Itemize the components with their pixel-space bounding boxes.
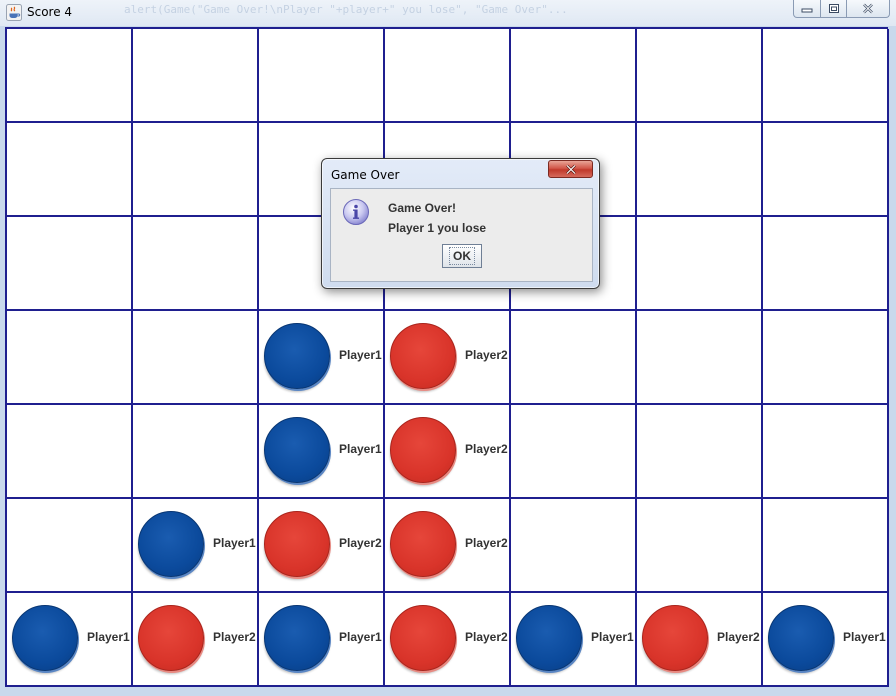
board-cell[interactable] xyxy=(511,311,637,405)
game-over-dialog: Game Over Game Over! Player 1 you lose O… xyxy=(321,158,600,289)
close-icon xyxy=(863,3,873,14)
minimize-button[interactable] xyxy=(794,0,820,17)
disc-player-label: Player2 xyxy=(465,348,508,362)
maximize-button[interactable] xyxy=(820,0,846,17)
player1-disc xyxy=(264,323,330,389)
board-cell[interactable]: Player1 xyxy=(259,311,385,405)
disc-player-label: Player2 xyxy=(465,630,508,644)
board-cell[interactable] xyxy=(763,123,889,217)
board-cell[interactable]: Player1 xyxy=(7,593,133,687)
board-cell[interactable] xyxy=(133,217,259,311)
player2-disc xyxy=(390,605,456,671)
player1-disc xyxy=(516,605,582,671)
player2-disc xyxy=(390,417,456,483)
dialog-title: Game Over xyxy=(331,168,400,182)
board-cell[interactable]: Player2 xyxy=(133,593,259,687)
board-cell[interactable]: Player1 xyxy=(763,593,889,687)
board-cell[interactable] xyxy=(259,29,385,123)
disc-player-label: Player2 xyxy=(717,630,760,644)
player2-disc xyxy=(390,511,456,577)
board-cell[interactable] xyxy=(637,29,763,123)
player2-disc xyxy=(390,323,456,389)
disc-player-label: Player1 xyxy=(591,630,634,644)
player1-disc xyxy=(138,511,204,577)
board-cell[interactable] xyxy=(133,29,259,123)
disc-player-label: Player1 xyxy=(339,442,382,456)
board-cell[interactable] xyxy=(511,405,637,499)
board-cell[interactable]: Player1 xyxy=(259,593,385,687)
player2-disc xyxy=(138,605,204,671)
player2-disc xyxy=(642,605,708,671)
dialog-body: Game Over! Player 1 you lose OK xyxy=(330,188,593,282)
board-cell[interactable]: Player2 xyxy=(385,405,511,499)
board-cell[interactable] xyxy=(637,405,763,499)
board-cell[interactable] xyxy=(763,311,889,405)
ok-button[interactable]: OK xyxy=(442,244,482,268)
board-cell[interactable]: Player1 xyxy=(133,499,259,593)
disc-player-label: Player2 xyxy=(465,442,508,456)
board-cell[interactable] xyxy=(637,217,763,311)
disc-player-label: Player1 xyxy=(87,630,130,644)
board-cell[interactable] xyxy=(7,217,133,311)
disc-player-label: Player1 xyxy=(213,536,256,550)
player1-disc xyxy=(768,605,834,671)
board-cell[interactable] xyxy=(637,499,763,593)
disc-player-label: Player2 xyxy=(465,536,508,550)
disc-player-label: Player1 xyxy=(339,630,382,644)
board-cell[interactable] xyxy=(511,29,637,123)
disc-player-label: Player2 xyxy=(213,630,256,644)
board-cell[interactable] xyxy=(7,311,133,405)
board-cell[interactable] xyxy=(133,405,259,499)
board-cell[interactable] xyxy=(637,123,763,217)
window-controls xyxy=(793,0,890,18)
board-cell[interactable]: Player2 xyxy=(385,311,511,405)
board-cell[interactable] xyxy=(763,405,889,499)
window-title-bar: Score 4 alert(Game("Game Over!\nPlayer "… xyxy=(0,0,896,26)
disc-player-label: Player2 xyxy=(339,536,382,550)
java-app-icon xyxy=(6,4,22,21)
disc-player-label: Player1 xyxy=(339,348,382,362)
board-cell[interactable] xyxy=(763,217,889,311)
dialog-message-title: Game Over! xyxy=(388,201,457,215)
close-icon xyxy=(565,164,576,174)
board-cell[interactable] xyxy=(637,311,763,405)
board-cell[interactable] xyxy=(763,499,889,593)
board-cell[interactable] xyxy=(133,123,259,217)
board-cell[interactable] xyxy=(7,29,133,123)
board-cell[interactable]: Player2 xyxy=(637,593,763,687)
maximize-icon xyxy=(828,3,839,13)
disc-player-label: Player1 xyxy=(843,630,886,644)
player1-disc xyxy=(12,605,78,671)
board-cell[interactable] xyxy=(511,499,637,593)
dialog-close-button[interactable] xyxy=(548,160,593,178)
board-cell[interactable]: Player2 xyxy=(385,593,511,687)
board-cell[interactable] xyxy=(385,29,511,123)
player1-disc xyxy=(264,417,330,483)
board-cell[interactable]: Player2 xyxy=(385,499,511,593)
close-button[interactable] xyxy=(846,0,889,17)
board-cell[interactable]: Player2 xyxy=(259,499,385,593)
board-cell[interactable] xyxy=(7,405,133,499)
player2-disc xyxy=(264,511,330,577)
board-cell[interactable] xyxy=(7,123,133,217)
minimize-icon xyxy=(801,8,813,12)
window-title: Score 4 xyxy=(27,5,73,19)
dialog-message-detail: Player 1 you lose xyxy=(388,221,487,235)
ok-button-label: OK xyxy=(449,247,475,265)
info-icon xyxy=(343,199,369,225)
board-cell[interactable] xyxy=(763,29,889,123)
board-cell[interactable]: Player1 xyxy=(259,405,385,499)
background-code-text: alert(Game("Game Over!\nPlayer "+player+… xyxy=(124,3,568,16)
board-cell[interactable] xyxy=(7,499,133,593)
game-board: Player1 Player2 Player1 Player2 Player1 Playe… xyxy=(5,27,889,687)
board-cell[interactable]: Player1 xyxy=(511,593,637,687)
player1-disc xyxy=(264,605,330,671)
board-cell[interactable] xyxy=(133,311,259,405)
